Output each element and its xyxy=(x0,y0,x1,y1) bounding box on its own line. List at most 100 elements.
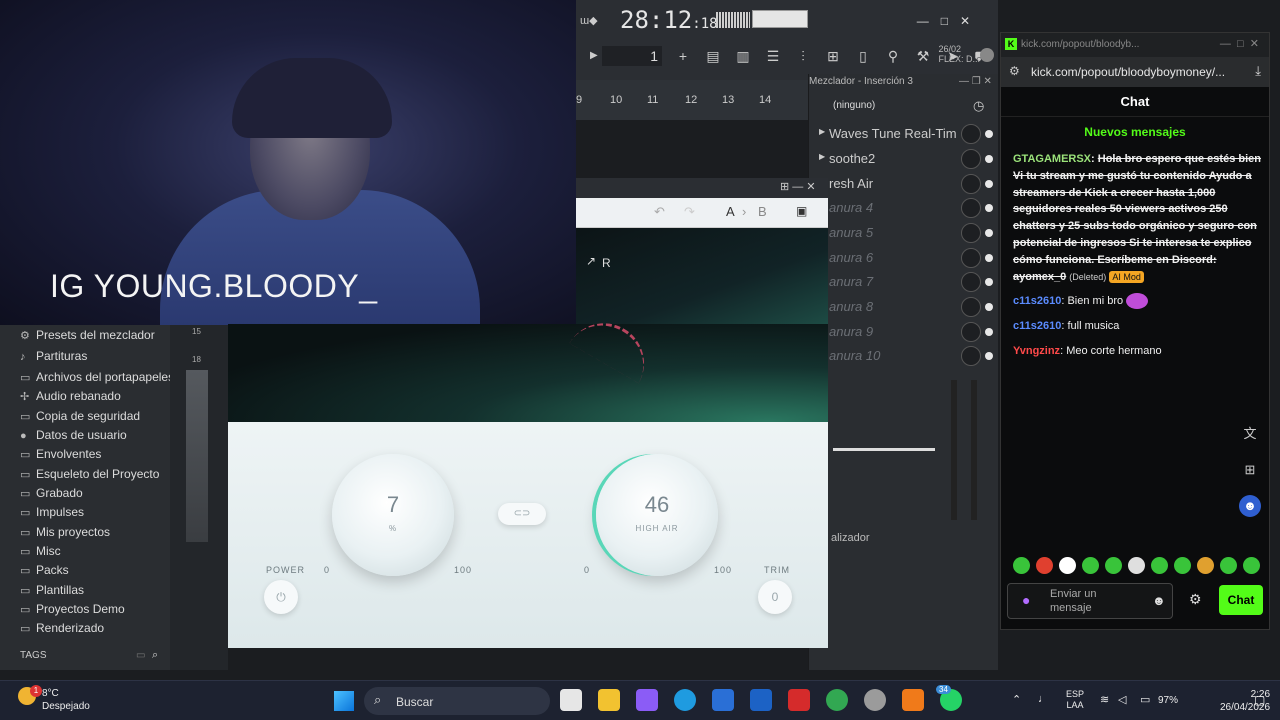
emote-icon[interactable] xyxy=(1151,557,1168,574)
emoji-icon[interactable]: ☻ xyxy=(1152,593,1166,608)
effect-slot[interactable]: anura 10 xyxy=(813,346,993,368)
url-text[interactable]: kick.com/popout/bloodyboymoney/... xyxy=(1031,65,1225,79)
vertical-fader[interactable] xyxy=(951,380,957,520)
effect-slot[interactable]: ▶ soothe2 xyxy=(813,149,993,171)
slot-led[interactable] xyxy=(985,229,993,237)
start-button[interactable] xyxy=(334,691,354,711)
translate-icon[interactable]: 文 xyxy=(1239,423,1261,445)
slot-led[interactable] xyxy=(985,254,993,262)
taskbar-search[interactable]: ⌕ Buscar xyxy=(364,687,550,715)
mix-knob[interactable] xyxy=(961,248,981,268)
volume-icon[interactable]: ◁ xyxy=(1118,693,1126,706)
slot-led[interactable] xyxy=(985,155,993,163)
add-pattern-icon[interactable]: + xyxy=(674,47,692,65)
copilot-icon[interactable] xyxy=(636,689,658,711)
slot-led[interactable] xyxy=(985,352,993,360)
slot-led[interactable] xyxy=(985,204,993,212)
chat-username[interactable]: GTAGAMERSX xyxy=(1013,153,1091,165)
play-arrow-icon[interactable]: ▶ xyxy=(590,50,598,61)
browser-item[interactable]: ▭ Impulses xyxy=(20,505,84,519)
preset-a-button[interactable]: A xyxy=(726,204,735,219)
wifi-icon[interactable]: ≋ xyxy=(1100,693,1109,706)
effect-slot[interactable]: anura 7 xyxy=(813,272,993,294)
site-info-icon[interactable]: ⚙ xyxy=(1009,64,1020,78)
browser-item[interactable]: ▭ Mis proyectos xyxy=(20,525,110,539)
browser-item[interactable]: ▭ Esqueleto del Proyecto xyxy=(20,467,159,481)
file-explorer-icon[interactable] xyxy=(560,689,582,711)
slot-led[interactable] xyxy=(985,130,993,138)
slot-led[interactable] xyxy=(985,303,993,311)
emote-icon[interactable] xyxy=(1197,557,1214,574)
tools-icon[interactable]: ⚒ xyxy=(914,47,932,65)
browser-icon[interactable]: ⊞ xyxy=(824,47,842,65)
browser-item[interactable]: ▭ Copia de seguridad xyxy=(20,409,140,423)
channel-rack-icon[interactable]: ☰ xyxy=(764,47,782,65)
notifications-icon[interactable]: ▢ xyxy=(1254,693,1265,707)
search-icon[interactable]: ⌕ xyxy=(152,649,158,662)
browser-item[interactable]: ▭ Proyectos Demo xyxy=(20,602,125,616)
chat-username[interactable]: Yvngzinz xyxy=(1013,345,1060,357)
emote-icon[interactable] xyxy=(1220,557,1237,574)
trim-knob[interactable]: 0 xyxy=(758,580,792,614)
slot-led[interactable] xyxy=(985,180,993,188)
folder-icon[interactable] xyxy=(598,689,620,711)
playlist-icon[interactable]: ▤ xyxy=(704,47,722,65)
fl-studio-icon[interactable] xyxy=(902,689,924,711)
plugin-icon[interactable]: ⚲ xyxy=(884,47,902,65)
mid-air-knob[interactable]: 7 % xyxy=(332,454,454,576)
reset-label[interactable]: R xyxy=(602,256,611,270)
globe-icon[interactable] xyxy=(980,48,994,62)
eq-fader[interactable] xyxy=(833,448,935,451)
slot-led[interactable] xyxy=(985,278,993,286)
snap-icon[interactable]: ɯ◆ xyxy=(580,14,598,27)
emote-icon[interactable] xyxy=(1243,557,1260,574)
effect-slot[interactable]: anura 5 xyxy=(813,223,993,245)
effect-slot[interactable]: anura 4 xyxy=(813,198,993,220)
mixer-preset[interactable]: (ninguno) xyxy=(833,100,875,111)
link-button[interactable]: ⊂⊃ xyxy=(498,503,546,525)
emote-icon[interactable] xyxy=(1082,557,1099,574)
pattern-selector[interactable]: 1 xyxy=(602,46,662,66)
chat-username[interactable]: c11s2610 xyxy=(1013,295,1061,307)
app-l-icon[interactable] xyxy=(788,689,810,711)
language-indicator[interactable]: ESP LAA xyxy=(1066,689,1084,711)
mixer-window-controls[interactable]: — ❐ ✕ xyxy=(959,76,992,87)
vertical-fader[interactable] xyxy=(971,380,977,520)
browser-item[interactable]: ▭ Renderizado xyxy=(20,621,104,635)
browser-item[interactable]: ⚙ Presets del mezclador xyxy=(20,328,155,342)
emote-icon[interactable] xyxy=(1059,557,1076,574)
browser-item[interactable]: ▭ Grabado xyxy=(20,486,83,500)
bot-icon[interactable]: ☻ xyxy=(1239,495,1261,517)
tray-chevron-icon[interactable]: ⌃ xyxy=(1012,693,1021,706)
emote-icon[interactable] xyxy=(1128,557,1145,574)
close-icon[interactable]: ✕ xyxy=(960,14,970,28)
mix-knob[interactable] xyxy=(961,297,981,317)
browser-item[interactable]: ♪ Partituras xyxy=(20,349,87,363)
maximize-icon[interactable]: □ xyxy=(941,14,948,28)
file-icon[interactable]: ▯ xyxy=(854,47,872,65)
mail-icon[interactable] xyxy=(750,689,772,711)
mix-knob[interactable] xyxy=(961,149,981,169)
browser-item[interactable]: ▭ Misc xyxy=(20,544,61,558)
edge-icon[interactable] xyxy=(674,689,696,711)
browser-item[interactable]: ● Datos de usuario xyxy=(20,428,127,442)
clock-icon[interactable]: ◷ xyxy=(973,98,984,114)
microphone-icon[interactable]: ♩ xyxy=(1038,693,1049,705)
mix-knob[interactable] xyxy=(961,174,981,194)
new-messages-divider[interactable]: Nuevos mensajes xyxy=(1001,125,1269,139)
preset-b-button[interactable]: B xyxy=(758,204,767,219)
microphone-icon[interactable]: ● xyxy=(1022,592,1030,608)
high-air-knob[interactable]: 46 HIGH AIR xyxy=(596,454,718,576)
browser-window-controls[interactable]: — □ ✕ xyxy=(1220,37,1259,50)
chat-settings-icon[interactable]: ⚙ xyxy=(1189,591,1202,608)
piano-roll-icon[interactable]: ▥ xyxy=(734,47,752,65)
mix-knob[interactable] xyxy=(961,124,981,144)
settings-icon[interactable] xyxy=(864,689,886,711)
send-chat-button[interactable]: Chat xyxy=(1219,585,1263,615)
browser-item[interactable]: ✢ Audio rebanado xyxy=(20,389,121,403)
extensions-icon[interactable]: ⊞ xyxy=(1239,459,1261,481)
effect-slot[interactable]: anura 8 xyxy=(813,297,993,319)
undo-icon[interactable]: ↶ xyxy=(654,204,665,220)
download-icon[interactable]: ⤓ xyxy=(1255,63,1261,79)
mix-knob[interactable] xyxy=(961,223,981,243)
